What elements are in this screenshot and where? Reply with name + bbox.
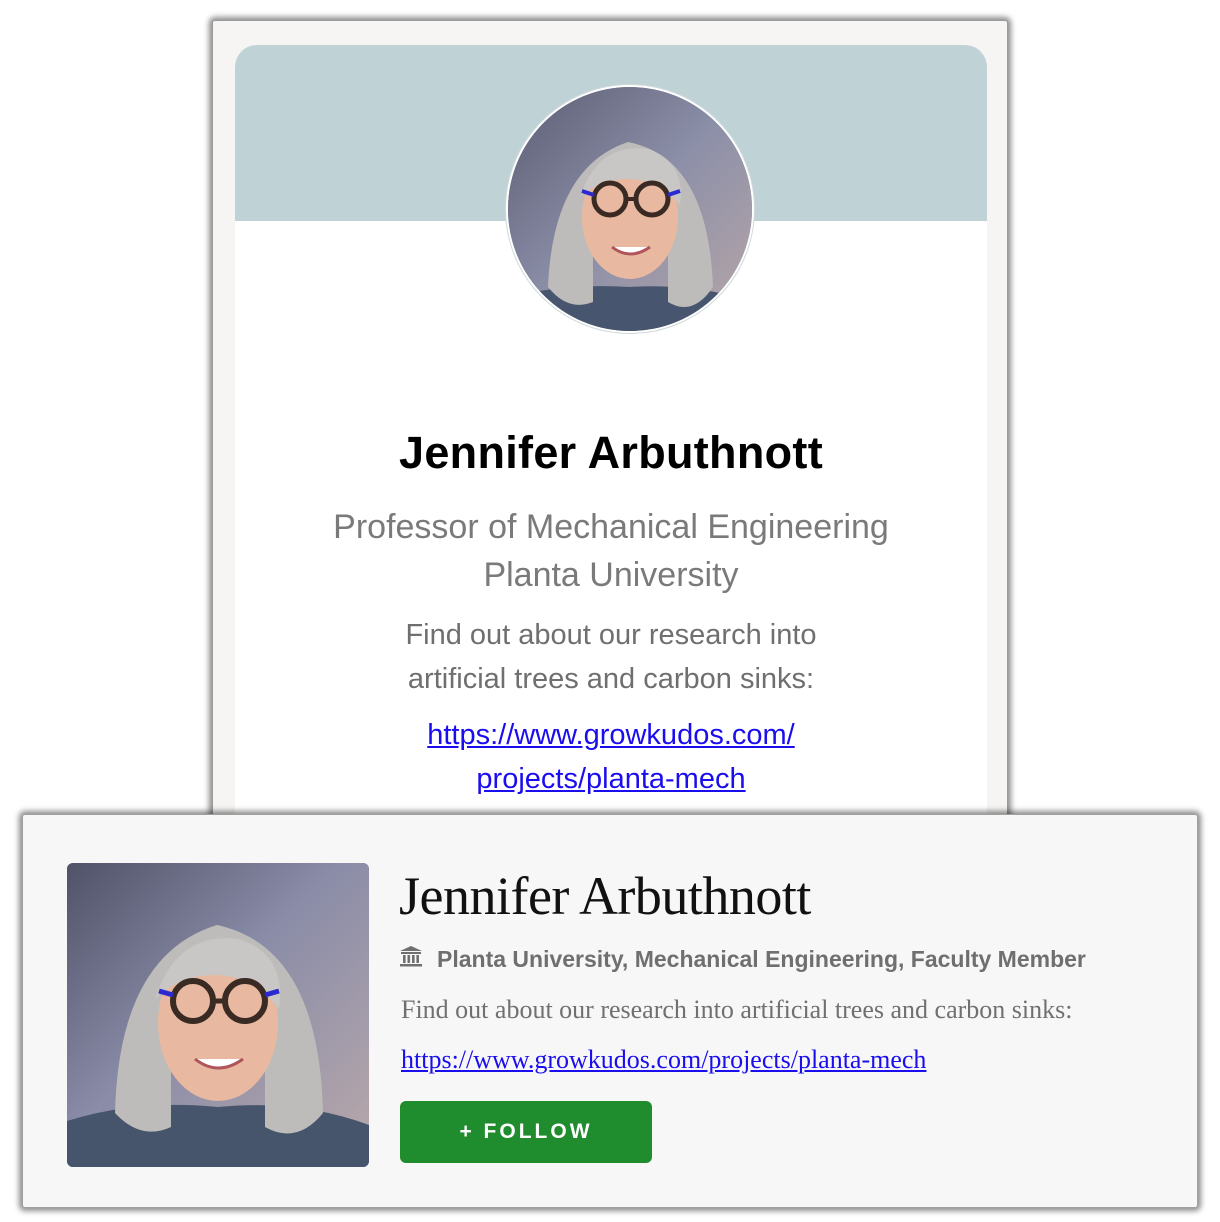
profile-description-line: artificial trees and carbon sinks:	[407, 663, 815, 695]
affiliation-text: Planta University, Mechanical Engineerin…	[437, 945, 1086, 972]
kudos-link[interactable]: https://www.growkudos.com/projects/plant…	[401, 1045, 926, 1075]
profile-description-line: Find out about our research into	[405, 619, 817, 651]
profile-title: Professor of Mechanical Engineering Plan…	[235, 503, 987, 599]
kudos-affiliation: Planta University, Mechanical Engineerin…	[399, 945, 1086, 973]
profile-link[interactable]: https://www.growkudos.com/ projects/plan…	[235, 713, 987, 801]
profile-avatar	[506, 85, 754, 333]
avatar-portrait-image	[508, 87, 752, 331]
profile-card: Jennifer Arbuthnott Professor of Mechani…	[212, 20, 1008, 851]
profile-institution: Planta University	[483, 556, 739, 594]
kudos-profile-card: Jennifer Arbuthnott Planta University, M…	[22, 814, 1198, 1208]
profile-name: Jennifer Arbuthnott	[399, 427, 823, 478]
institution-icon	[399, 945, 423, 973]
kudos-profile-photo	[67, 863, 369, 1167]
profile-card-body: Jennifer Arbuthnott Professor of Mechani…	[235, 45, 987, 851]
profile-description: Find out about our research into artific…	[235, 613, 987, 701]
follow-button[interactable]: + FOLLOW	[400, 1101, 652, 1163]
profile-position: Professor of Mechanical Engineering	[333, 508, 889, 546]
kudos-profile-name: Jennifer Arbuthnott	[399, 866, 811, 926]
profile-link-line[interactable]: https://www.growkudos.com/	[427, 719, 794, 751]
profile-link-line[interactable]: projects/planta-mech	[476, 763, 745, 795]
profile-portrait-image	[67, 863, 369, 1167]
kudos-description: Find out about our research into artific…	[401, 995, 1073, 1024]
kudos-link-anchor[interactable]: https://www.growkudos.com/projects/plant…	[401, 1045, 926, 1074]
